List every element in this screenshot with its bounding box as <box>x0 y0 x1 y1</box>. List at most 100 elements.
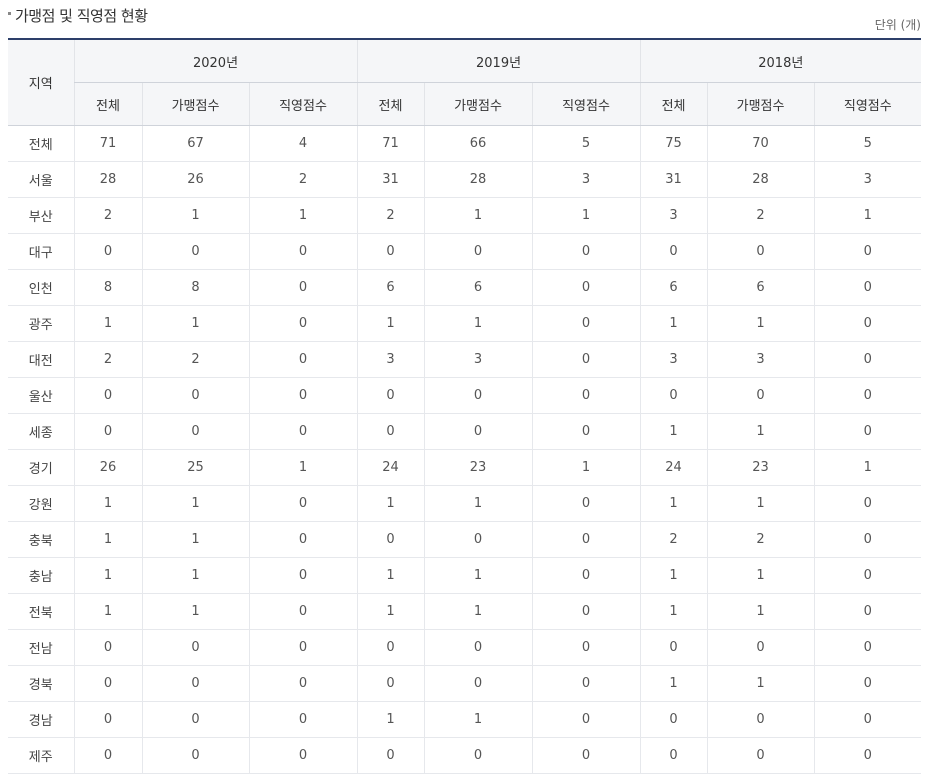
value-cell: 0 <box>531 233 641 270</box>
value-cell: 3 <box>531 161 641 198</box>
value-cell: 66 <box>423 125 533 162</box>
value-cell: 0 <box>73 413 142 450</box>
table-row: 충남 1 1 0 1 1 0 1 1 0 <box>8 557 922 594</box>
value-cell: 0 <box>813 557 922 594</box>
region-cell: 인천 <box>8 269 74 306</box>
value-cell: 0 <box>423 233 533 270</box>
value-cell: 3 <box>639 341 708 378</box>
value-cell: 2 <box>248 161 358 198</box>
value-cell: 0 <box>813 737 922 774</box>
value-cell: 1 <box>531 197 641 234</box>
value-cell: 25 <box>141 449 249 486</box>
value-cell: 0 <box>531 593 641 630</box>
value-cell: 2 <box>73 341 142 378</box>
value-cell: 0 <box>423 413 533 450</box>
sub-header-row: 전체 가맹점수 직영점수 전체 가맹점수 직영점수 전체 가맹점수 직영점수 <box>8 82 922 126</box>
region-cell: 경남 <box>8 701 74 738</box>
value-cell: 3 <box>356 341 425 378</box>
value-cell: 1 <box>423 197 533 234</box>
unit-label: 단위 (개) <box>874 18 921 32</box>
value-cell: 0 <box>248 521 358 558</box>
table-row: 광주 1 1 0 1 1 0 1 1 0 <box>8 305 922 342</box>
bullet-icon <box>8 12 11 15</box>
value-cell: 1 <box>706 593 815 630</box>
value-cell: 0 <box>813 233 922 270</box>
value-cell: 0 <box>356 377 425 414</box>
value-cell: 0 <box>706 629 815 666</box>
value-cell: 0 <box>639 737 708 774</box>
value-cell: 0 <box>248 341 358 378</box>
value-cell: 0 <box>531 341 641 378</box>
region-cell: 전남 <box>8 629 74 666</box>
value-cell: 0 <box>356 413 425 450</box>
value-cell: 28 <box>706 161 815 198</box>
table-row: 전체 71 67 4 71 66 5 75 70 5 <box>8 125 922 162</box>
value-cell: 0 <box>531 269 641 306</box>
value-cell: 5 <box>531 125 641 162</box>
value-cell: 0 <box>423 377 533 414</box>
value-cell: 1 <box>73 485 142 522</box>
section-title-text: 가맹점 및 직영점 현황 <box>15 7 148 25</box>
region-cell: 강원 <box>8 485 74 522</box>
value-cell: 0 <box>248 701 358 738</box>
value-cell: 0 <box>531 557 641 594</box>
year-header-2020: 2020년 <box>73 38 358 83</box>
value-cell: 0 <box>639 377 708 414</box>
table-body: 전체 71 67 4 71 66 5 75 70 5 서울 28 26 2 31 28 3 31 28 3 부산 2 1 1 2… <box>8 125 922 774</box>
value-cell: 0 <box>531 737 641 774</box>
value-cell: 0 <box>356 737 425 774</box>
value-cell: 24 <box>356 449 425 486</box>
value-cell: 0 <box>423 629 533 666</box>
value-cell: 0 <box>248 629 358 666</box>
value-cell: 0 <box>248 593 358 630</box>
table-row: 전북 1 1 0 1 1 0 1 1 0 <box>8 593 922 630</box>
table-row: 경남 0 0 0 1 1 0 0 0 0 <box>8 701 922 738</box>
value-cell: 0 <box>73 233 142 270</box>
value-cell: 0 <box>423 737 533 774</box>
value-cell: 0 <box>73 737 142 774</box>
value-cell: 6 <box>706 269 815 306</box>
value-cell: 1 <box>639 593 708 630</box>
table-row: 서울 28 26 2 31 28 3 31 28 3 <box>8 161 922 198</box>
value-cell: 0 <box>813 269 922 306</box>
value-cell: 28 <box>73 161 142 198</box>
value-cell: 1 <box>248 197 358 234</box>
value-cell: 0 <box>813 629 922 666</box>
value-cell: 0 <box>248 557 358 594</box>
value-cell: 1 <box>141 197 249 234</box>
sub-header-franchise: 가맹점수 <box>423 82 533 126</box>
sub-header-direct: 직영점수 <box>248 82 358 126</box>
value-cell: 0 <box>531 521 641 558</box>
value-cell: 6 <box>356 269 425 306</box>
region-cell: 서울 <box>8 161 74 198</box>
value-cell: 1 <box>141 521 249 558</box>
value-cell: 0 <box>813 413 922 450</box>
value-cell: 0 <box>248 377 358 414</box>
value-cell: 0 <box>356 665 425 702</box>
region-cell: 제주 <box>8 737 74 774</box>
value-cell: 0 <box>531 629 641 666</box>
table-row: 경기 26 25 1 24 23 1 24 23 1 <box>8 449 922 486</box>
value-cell: 0 <box>813 593 922 630</box>
value-cell: 0 <box>248 233 358 270</box>
value-cell: 1 <box>639 305 708 342</box>
value-cell: 3 <box>813 161 922 198</box>
value-cell: 4 <box>248 125 358 162</box>
year-header-2019: 2019년 <box>356 38 641 83</box>
value-cell: 1 <box>531 449 641 486</box>
value-cell: 1 <box>706 413 815 450</box>
value-cell: 23 <box>706 449 815 486</box>
table-row: 전남 0 0 0 0 0 0 0 0 0 <box>8 629 922 666</box>
sub-header-total: 전체 <box>73 82 142 126</box>
value-cell: 8 <box>73 269 142 306</box>
sub-header-franchise: 가맹점수 <box>706 82 815 126</box>
value-cell: 0 <box>531 305 641 342</box>
sub-header-direct: 직영점수 <box>531 82 641 126</box>
table-row: 강원 1 1 0 1 1 0 1 1 0 <box>8 485 922 522</box>
value-cell: 0 <box>813 341 922 378</box>
value-cell: 0 <box>639 629 708 666</box>
region-cell: 부산 <box>8 197 74 234</box>
value-cell: 0 <box>248 665 358 702</box>
value-cell: 1 <box>423 305 533 342</box>
value-cell: 2 <box>141 341 249 378</box>
